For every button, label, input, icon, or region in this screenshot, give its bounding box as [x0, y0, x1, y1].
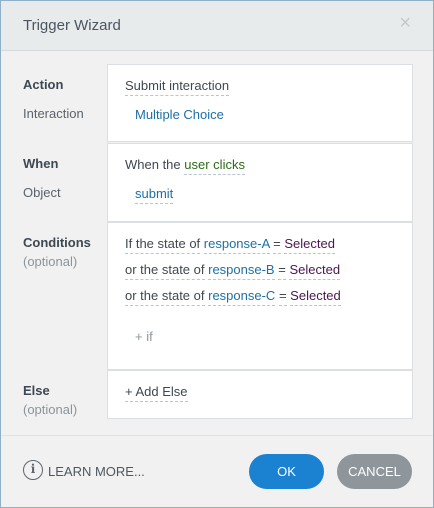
event-select[interactable]: user clicks	[184, 157, 245, 175]
when-panel: When the user clicks submit	[107, 143, 413, 222]
action-label: Action	[23, 77, 64, 92]
ok-button[interactable]: OK	[249, 454, 324, 489]
else-optional-label: (optional)	[23, 402, 78, 417]
cancel-button[interactable]: CANCEL	[337, 454, 412, 489]
footer-divider	[1, 435, 433, 436]
object-select[interactable]: submit	[135, 186, 174, 204]
when-row: When the user clicks	[125, 157, 245, 175]
condition-operator[interactable]: =	[278, 288, 287, 306]
condition-operator[interactable]: =	[273, 236, 281, 254]
condition-value[interactable]: Selected	[284, 236, 335, 254]
interaction-select[interactable]: Multiple Choice	[135, 107, 224, 122]
else-label: Else	[23, 383, 50, 398]
object-label: Object	[23, 185, 61, 200]
dialog-title: Trigger Wizard	[23, 17, 121, 34]
condition-target[interactable]: response-B	[208, 262, 275, 280]
conditions-optional-label: (optional)	[23, 254, 78, 269]
add-if-button[interactable]: + if	[135, 329, 153, 344]
add-else-row[interactable]: + Add Else	[125, 384, 188, 402]
interaction-value[interactable]: Multiple Choice	[135, 107, 224, 122]
object-select-row[interactable]: submit	[135, 186, 174, 204]
condition-row: or the state of response-B = Selected	[125, 262, 341, 280]
action-panel: Submit interaction Multiple Choice	[107, 64, 413, 142]
close-icon[interactable]: ×	[399, 13, 411, 33]
condition-operator[interactable]: =	[278, 262, 286, 280]
conditions-label: Conditions	[23, 235, 91, 250]
trigger-wizard-dialog: Trigger Wizard × Action Interaction Subm…	[0, 0, 434, 508]
when-prefix: When the	[125, 157, 181, 172]
action-select[interactable]: Submit interaction	[125, 78, 230, 96]
condition-target[interactable]: response-A	[203, 236, 270, 254]
action-value[interactable]: Submit interaction	[125, 78, 230, 96]
conditions-panel: If the state of response-A = Selected or…	[107, 222, 413, 370]
condition-connector[interactable]: or the state of	[125, 262, 205, 280]
interaction-label: Interaction	[23, 106, 84, 121]
learn-more-link[interactable]: LEARN MORE...	[48, 464, 145, 479]
condition-connector[interactable]: If the state of	[125, 236, 201, 254]
condition-target[interactable]: response-C	[208, 288, 276, 306]
add-else-button[interactable]: + Add Else	[125, 384, 188, 402]
else-panel: + Add Else	[107, 370, 413, 419]
info-icon[interactable]: i	[23, 460, 43, 480]
condition-value[interactable]: Selected	[289, 262, 341, 280]
condition-connector[interactable]: or the state of	[125, 288, 205, 306]
condition-row: or the state of response-C = Selected	[125, 288, 341, 306]
dialog-header: Trigger Wizard ×	[1, 1, 433, 51]
condition-row: If the state of response-A = Selected	[125, 236, 335, 254]
when-label: When	[23, 156, 59, 171]
condition-value[interactable]: Selected	[290, 288, 341, 306]
